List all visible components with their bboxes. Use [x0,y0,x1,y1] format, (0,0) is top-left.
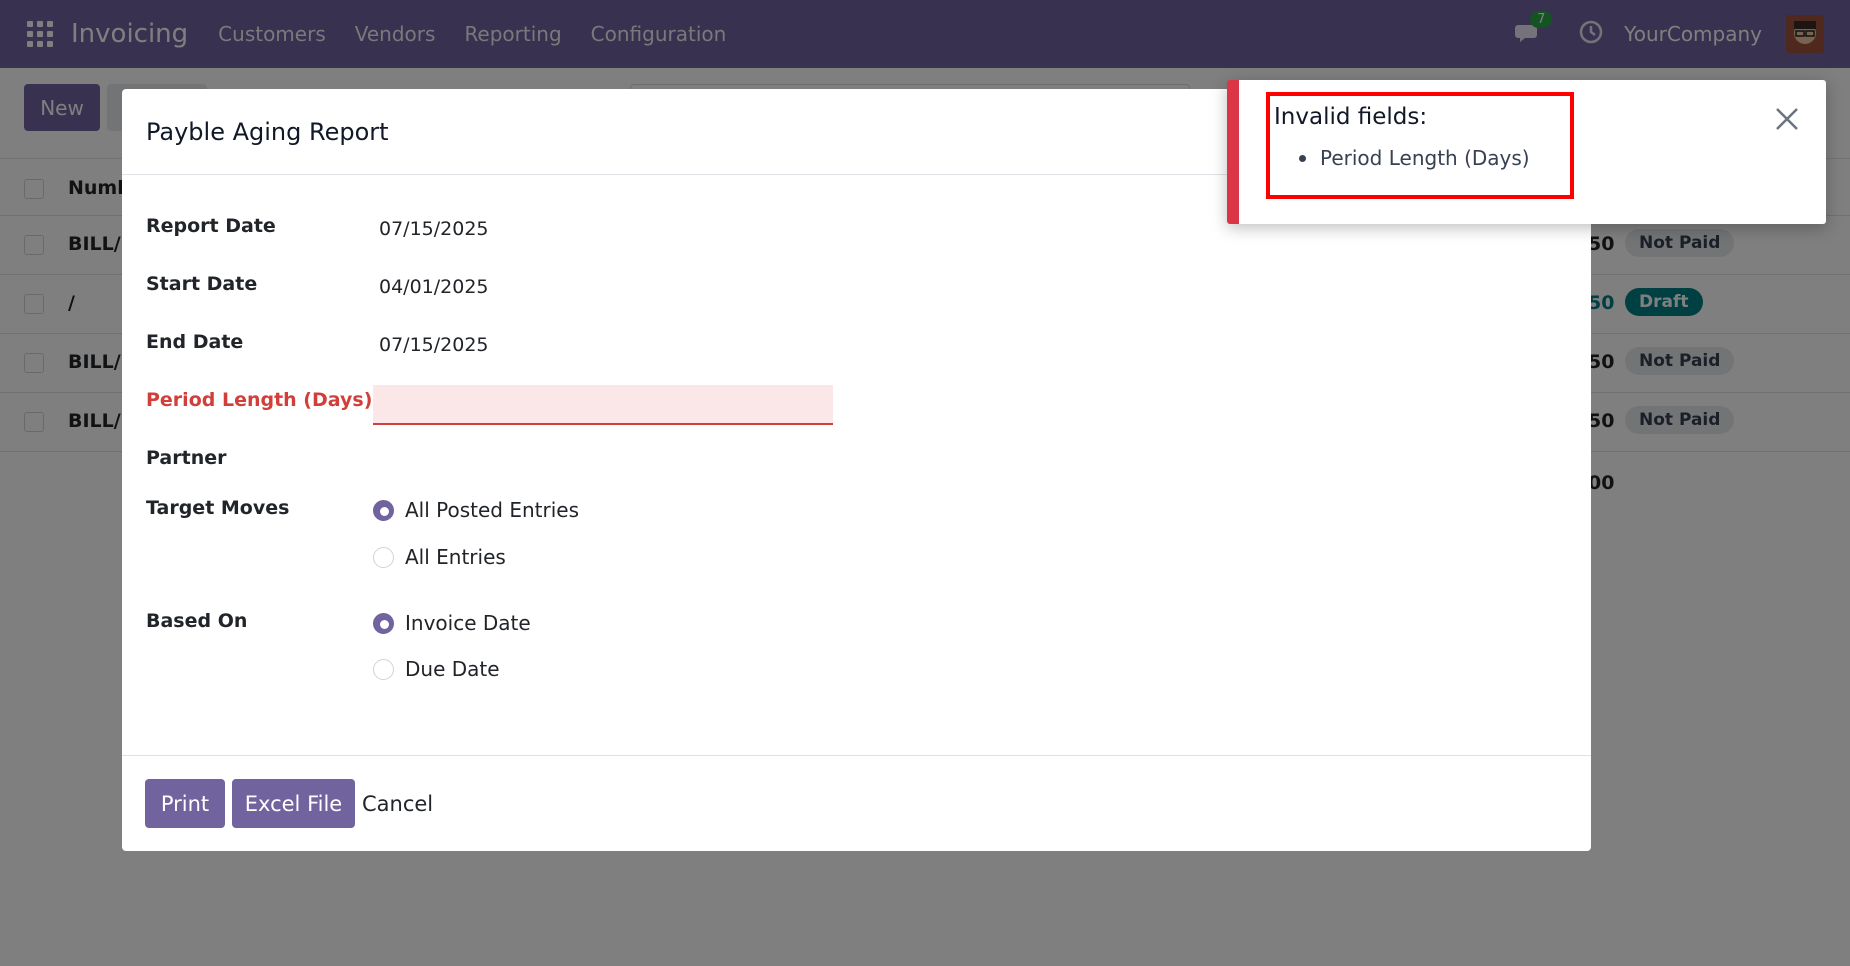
end-date-label: End Date [146,331,244,353]
start-date-label: Start Date [146,273,258,295]
radio-label: Due Date [405,657,500,681]
based-on-label: Based On [146,610,248,632]
invalid-fields-notification: Invalid fields: Period Length (Days) [1227,80,1826,224]
radio-checked-icon [373,499,394,521]
notification-list-item: Period Length (Days) [1299,146,1530,170]
print-button[interactable]: Print [145,779,225,828]
report-date-field[interactable]: 07/15/2025 [379,218,489,240]
period-length-input[interactable] [373,385,833,425]
target-moves-label: Target Moves [146,497,290,519]
period-length-label: Period Length (Days) [146,389,373,411]
start-date-field[interactable]: 04/01/2025 [379,276,489,298]
radio-checked-icon [373,612,394,634]
close-icon[interactable] [1774,106,1800,132]
radio-invoice-date[interactable]: Invoice Date [373,611,531,635]
radio-due-date[interactable]: Due Date [373,657,500,681]
radio-all-entries[interactable]: All Entries [373,545,506,569]
radio-all-posted-entries[interactable]: All Posted Entries [373,498,579,522]
radio-label: All Posted Entries [405,498,580,522]
dialog-footer: Print Excel File Cancel [122,755,1591,851]
end-date-field[interactable]: 07/15/2025 [379,334,489,356]
invalid-field-name: Period Length (Days) [1320,146,1530,170]
cancel-button[interactable]: Cancel [362,779,433,828]
radio-unchecked-icon [373,546,394,568]
radio-unchecked-icon [373,658,394,680]
bullet-icon [1299,154,1306,162]
excel-file-button[interactable]: Excel File [232,779,355,828]
radio-label: Invoice Date [405,611,531,635]
partner-label: Partner [146,447,227,469]
notification-title: Invalid fields: [1274,104,1428,130]
dialog-title: Payble Aging Report [146,117,389,146]
radio-label: All Entries [405,545,506,569]
report-date-label: Report Date [146,215,276,237]
